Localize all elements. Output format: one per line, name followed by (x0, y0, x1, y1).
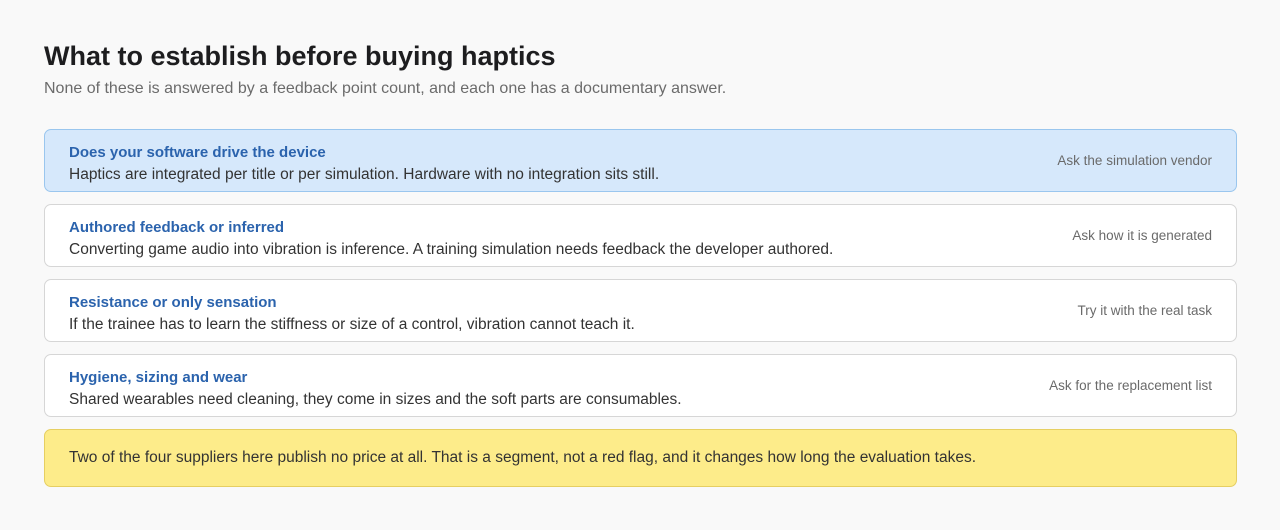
page-title: What to establish before buying haptics (44, 41, 556, 71)
item-action: Ask how it is generated (1072, 228, 1212, 243)
item-title: Hygiene, sizing and wear (69, 369, 248, 386)
item-title: Does your software drive the device (69, 144, 326, 161)
item-action: Try it with the real task (1077, 303, 1212, 318)
checklist-item-authored[interactable]: Authored feedback or inferred Converting… (44, 204, 1237, 267)
checklist-item-hygiene[interactable]: Hygiene, sizing and wear Shared wearable… (44, 354, 1237, 417)
checklist-item-resistance[interactable]: Resistance or only sensation If the trai… (44, 279, 1237, 342)
pricing-note-text: Two of the four suppliers here publish n… (69, 449, 977, 466)
checklist: Does your software drive the device Hapt… (44, 129, 1237, 487)
item-title: Authored feedback or inferred (69, 219, 285, 236)
item-action: Ask for the replacement list (1049, 378, 1212, 393)
item-description: If the trainee has to learn the stiffnes… (69, 316, 635, 333)
item-title: Resistance or only sensation (69, 294, 277, 311)
checklist-item-software[interactable]: Does your software drive the device Hapt… (44, 129, 1237, 192)
page-subtitle: None of these is answered by a feedback … (44, 80, 727, 97)
pricing-note: Two of the four suppliers here publish n… (44, 429, 1237, 487)
item-description: Converting game audio into vibration is … (69, 241, 834, 258)
item-action: Ask the simulation vendor (1057, 153, 1212, 168)
item-description: Shared wearables need cleaning, they com… (69, 391, 682, 408)
item-description: Haptics are integrated per title or per … (69, 166, 660, 183)
page: What to establish before buying haptics … (0, 0, 1280, 530)
